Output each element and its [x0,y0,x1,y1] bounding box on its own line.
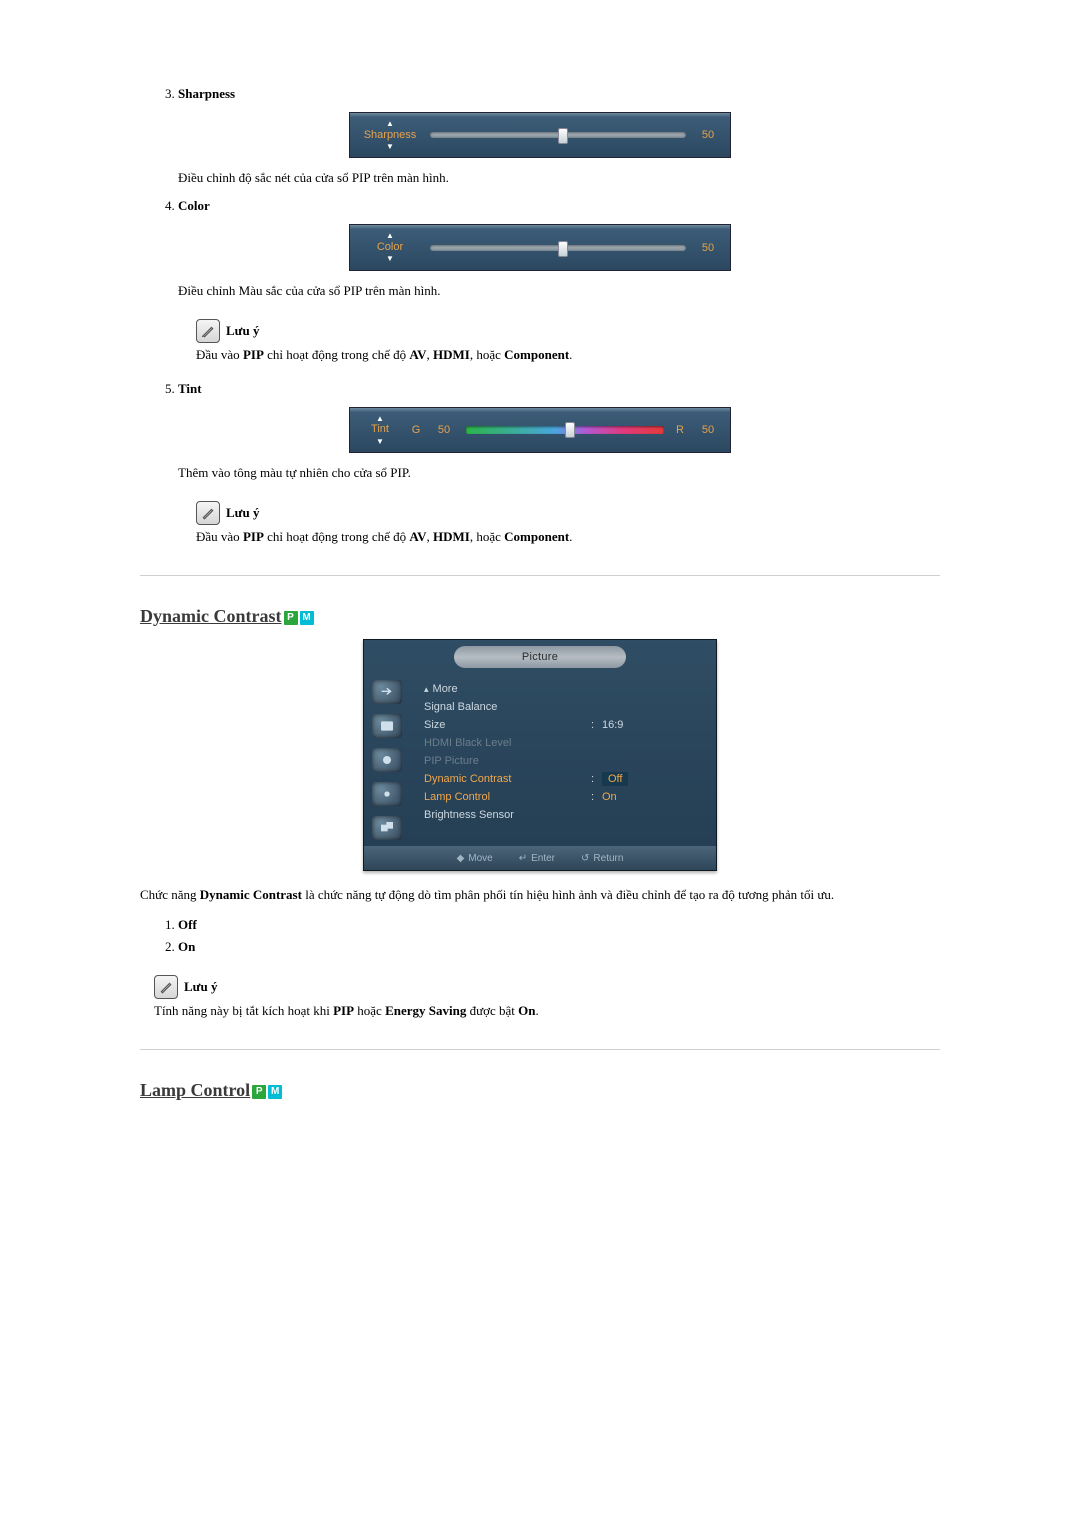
osd-row-label: Dynamic Contrast [424,773,583,785]
osd-row-value: Off [602,772,702,786]
color-adjust: ▲ Color ▼ [360,231,420,263]
sharpness-desc: Điều chỉnh độ sắc nét của cửa sổ PIP trê… [178,170,940,186]
setup-icon[interactable] [372,782,402,806]
note-icon [196,501,220,525]
osd-row[interactable]: Size:16:9 [424,716,702,734]
color-value: 50 [696,242,720,254]
title-color: Color [178,198,210,213]
badge-m-icon: M [268,1085,282,1099]
arrow-down-icon[interactable]: ▼ [360,142,420,152]
note-block-3: Lưu ý Tính năng này bị tắt kích hoạt khi… [154,975,940,1019]
note-title: Lưu ý [226,505,259,521]
divider [140,575,940,576]
note-block-1: Lưu ý Đầu vào PIP chỉ hoạt động trong ch… [196,319,940,363]
item-sharpness: Sharpness [178,86,940,102]
osd-menu: More Signal Balance Size:16:9 HDMI Black L… [410,674,716,846]
title-tint: Tint [178,381,202,396]
color-knob[interactable] [558,241,568,257]
osd-row-value: 16:9 [602,719,702,731]
osd-row-value: On [602,791,702,803]
opt-on: On [178,939,940,955]
sharpness-value: 50 [696,129,720,141]
arrow-down-icon[interactable]: ▼ [360,254,420,264]
dynamic-contrast-desc: Chức năng Dynamic Contrast là chức năng … [140,887,940,903]
color-slider-panel: ▲ Color ▼ 50 [349,224,731,270]
note-title: Lưu ý [184,979,217,995]
tint-slider-panel: ▲ Tint ▼ G 50 R 50 [349,407,731,453]
osd-sidebar [364,674,410,846]
osd-row-label: HDMI Black Level [424,737,702,749]
osd-foot-return: ↺ Return [581,853,623,864]
input-icon[interactable] [372,680,402,704]
arrow-down-icon[interactable]: ▼ [360,437,400,447]
divider [140,1049,940,1050]
osd-row-label: Size [424,719,583,731]
osd-row[interactable]: Lamp Control:On [424,788,702,806]
sharpness-slider-label: Sharpness [364,129,417,141]
osd-footer: ◆ Move ↵ Enter ↺ Return [364,846,716,870]
osd-row[interactable]: Signal Balance [424,698,702,716]
note-body-1: Đầu vào PIP chỉ hoạt động trong chế độ A… [196,347,940,363]
note-icon [154,975,178,999]
osd-selected-value: Off [602,772,628,786]
osd-row[interactable]: Dynamic Contrast:Off [424,770,702,788]
osd-foot-move: ◆ Move [457,853,493,864]
osd-foot-enter: ↵ Enter [519,853,555,864]
arrow-up-icon[interactable]: ▲ [360,414,400,424]
tint-desc: Thêm vào tông màu tự nhiên cho cửa sổ PI… [178,465,940,481]
color-track[interactable] [430,245,686,251]
sharpness-adjust: ▲ Sharpness ▼ [360,119,420,151]
tint-track[interactable] [466,426,664,434]
tint-g-value: 50 [432,424,456,436]
sharpness-knob[interactable] [558,128,568,144]
osd-panel: Picture More Signal Balance Size:16:9 HDMI… [363,639,717,871]
picture-icon[interactable] [372,714,402,738]
tint-g-label: G [410,424,422,436]
arrow-up-icon[interactable]: ▲ [360,231,420,241]
item-color: Color [178,198,940,214]
tint-adjust: ▲ Tint ▼ [360,414,400,446]
osd-row[interactable]: Brightness Sensor [424,806,702,824]
color-slider-label: Color [377,241,403,253]
badge-p-icon: P [284,611,298,625]
osd-title: Picture [454,646,626,668]
osd-row-label: Brightness Sensor [424,809,702,821]
opt-off: Off [178,917,940,933]
arrow-up-icon[interactable]: ▲ [360,119,420,129]
osd-row-label: PIP Picture [424,755,702,767]
osd-more[interactable]: More [424,680,702,698]
note-block-2: Lưu ý Đầu vào PIP chỉ hoạt động trong ch… [196,501,940,545]
title-sharpness: Sharpness [178,86,235,101]
badge-p-icon: P [252,1085,266,1099]
note-title: Lưu ý [226,323,259,339]
item-tint: Tint [178,381,940,397]
note-icon [196,319,220,343]
section-dynamic-contrast: Dynamic Contrast P M [140,606,940,627]
tint-slider-label: Tint [371,423,389,435]
osd-row-label: Signal Balance [424,701,702,713]
multi-icon[interactable] [372,816,402,840]
color-desc: Điều chỉnh Màu sắc của cửa sổ PIP trên m… [178,283,940,299]
osd-row-label: Lamp Control [424,791,583,803]
tint-knob[interactable] [565,422,575,438]
note-body-2: Đầu vào PIP chỉ hoạt động trong chế độ A… [196,529,940,545]
sharpness-track[interactable] [430,132,686,138]
badge-m-icon: M [300,611,314,625]
note-body-3: Tính năng này bị tắt kích hoạt khi PIP h… [154,1003,940,1019]
tint-r-label: R [674,424,686,436]
tint-r-value: 50 [696,424,720,436]
osd-row: PIP Picture [424,752,702,770]
section-lamp-control: Lamp Control P M [140,1080,940,1101]
sound-icon[interactable] [372,748,402,772]
sharpness-slider-panel: ▲ Sharpness ▼ 50 [349,112,731,158]
osd-row: HDMI Black Level [424,734,702,752]
